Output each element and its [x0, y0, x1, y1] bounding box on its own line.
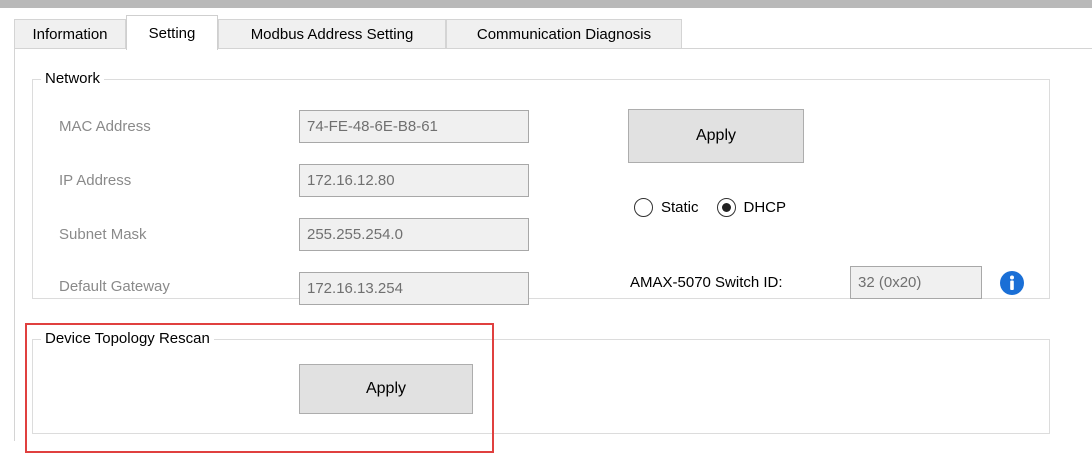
default-gateway-field[interactable]	[299, 272, 529, 305]
static-radio-label: Static	[661, 199, 699, 216]
switch-id-field[interactable]	[850, 266, 982, 299]
device-topology-group-title: Device Topology Rescan	[41, 330, 214, 347]
tab-modbus-address-setting[interactable]: Modbus Address Setting	[218, 19, 446, 49]
setting-tab-panel: Network MAC Address IP Address Subnet Ma…	[14, 48, 1092, 453]
tab-communication-diagnosis[interactable]: Communication Diagnosis	[446, 19, 682, 49]
mac-address-label: MAC Address	[59, 118, 151, 135]
subnet-mask-field[interactable]	[299, 218, 529, 251]
tab-label: Communication Diagnosis	[476, 26, 652, 43]
ip-address-label: IP Address	[59, 172, 132, 189]
network-apply-button[interactable]: Apply	[628, 109, 804, 163]
info-icon[interactable]	[1000, 271, 1024, 295]
dhcp-radio-label: DHCP	[743, 199, 787, 216]
subnet-mask-label: Subnet Mask	[59, 226, 147, 243]
tab-setting[interactable]: Setting	[126, 15, 218, 50]
tab-label: Modbus Address Setting	[250, 26, 414, 43]
tab-strip: Information Setting Modbus Address Setti…	[14, 15, 1092, 50]
network-group-title: Network	[41, 70, 105, 87]
mac-address-field[interactable]	[299, 110, 529, 143]
device-topology-rescan-groupbox: Device Topology Rescan Apply	[32, 330, 1050, 434]
tab-information[interactable]: Information	[14, 19, 126, 49]
dhcp-radio[interactable]	[716, 198, 736, 217]
radio-selected-dot	[721, 203, 731, 212]
tab-label: Setting	[148, 24, 196, 42]
window-top-border	[0, 0, 1092, 8]
default-gateway-label: Default Gateway	[59, 278, 170, 295]
static-radio[interactable]	[634, 198, 653, 217]
topology-rescan-apply-button[interactable]: Apply	[299, 364, 473, 414]
ip-mode-radio-group: Static DHCP	[634, 198, 804, 217]
network-groupbox: Network MAC Address IP Address Subnet Ma…	[32, 70, 1050, 305]
switch-id-label: AMAX-5070 Switch ID:	[630, 274, 783, 291]
tab-label: Information	[32, 26, 108, 43]
ip-address-field[interactable]	[299, 164, 529, 197]
